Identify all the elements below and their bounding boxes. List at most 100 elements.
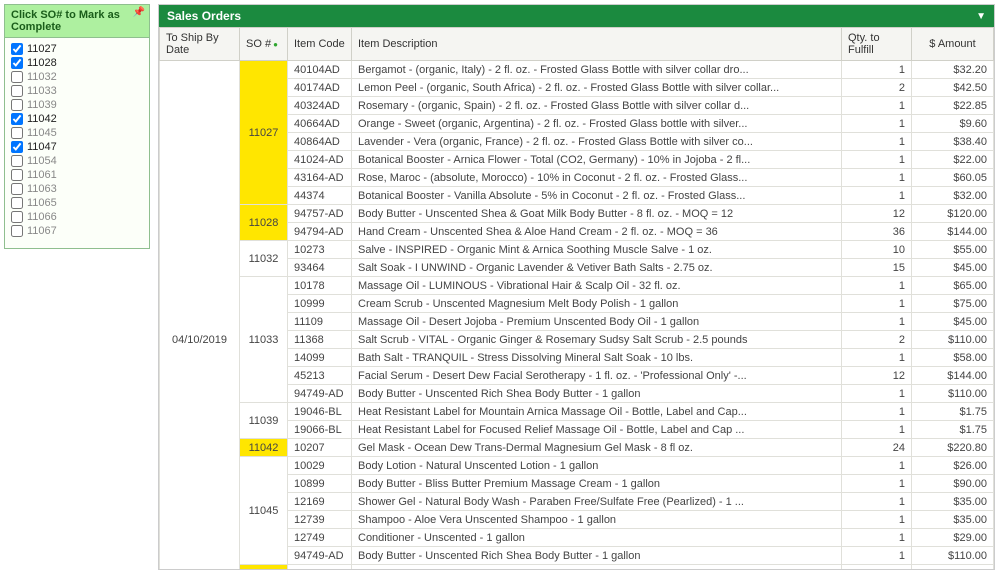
so-checkbox[interactable] [11,85,23,97]
item-code-cell: 40864AD [288,133,352,151]
amount-cell: $22.85 [912,97,994,115]
qty-cell: 1 [842,493,912,511]
item-desc-cell: Massage Oil - Desert Jojoba - Premium Un… [352,313,842,331]
so-checkbox[interactable] [11,43,23,55]
item-code-cell: 10999 [288,295,352,313]
so-checklist-item[interactable]: 11063 [9,182,145,196]
table-row[interactable]: 04/10/20191102740104ADBergamot - (organi… [160,61,994,79]
so-number-cell[interactable]: 11047 [240,565,288,570]
so-checkbox[interactable] [11,211,23,223]
table-row[interactable]: 1104710128Massage Oil - SENSUOUS - Vibra… [160,565,994,570]
so-checklist-item[interactable]: 11033 [9,84,145,98]
item-code-cell: 45213 [288,367,352,385]
table-row[interactable]: 1104510029Body Lotion - Natural Unscente… [160,457,994,475]
so-checklist-item[interactable]: 11067 [9,224,145,238]
col-header-desc[interactable]: Item Description [352,28,842,61]
pin-icon[interactable]: 📌 [133,7,145,18]
so-checklist-item[interactable]: 11054 [9,154,145,168]
chevron-down-icon[interactable]: ▼ [976,11,986,22]
amount-cell: $120.00 [912,205,994,223]
item-code-cell: 12169 [288,493,352,511]
item-code-cell: 93464 [288,259,352,277]
sales-orders-panel: Sales Orders ▼ To Ship By Date SO #● Ite… [158,4,995,570]
so-checklist-item[interactable]: 11061 [9,168,145,182]
so-checkbox[interactable] [11,183,23,195]
col-header-so[interactable]: SO #● [240,28,288,61]
checklist-panel-title: Click SO# to Mark as Complete 📌 [5,5,149,38]
so-checklist-label: 11061 [27,169,57,181]
so-checkbox[interactable] [11,71,23,83]
qty-cell: 1 [842,511,912,529]
so-number-cell[interactable]: 11032 [240,241,288,277]
qty-cell: 1 [842,421,912,439]
table-row[interactable]: 1103210273Salve - INSPIRED - Organic Min… [160,241,994,259]
item-desc-cell: Body Lotion - Natural Unscented Lotion -… [352,457,842,475]
item-code-cell: 10128 [288,565,352,570]
col-header-amt[interactable]: $ Amount [912,28,994,61]
item-desc-cell: Heat Resistant Label for Focused Relief … [352,421,842,439]
grid-header-row: To Ship By Date SO #● Item Code Item Des… [160,28,994,61]
so-checklist-item[interactable]: 11039 [9,98,145,112]
so-checklist-item[interactable]: 11027 [9,42,145,56]
so-checkbox[interactable] [11,141,23,153]
amount-cell: $110.00 [912,385,994,403]
so-checklist-item[interactable]: 11066 [9,210,145,224]
so-checklist-item[interactable]: 11042 [9,112,145,126]
amount-cell: $35.00 [912,493,994,511]
item-code-cell: 94794-AD [288,223,352,241]
qty-cell: 1 [842,277,912,295]
qty-cell: 12 [842,367,912,385]
amount-cell: $55.00 [912,241,994,259]
item-desc-cell: Gel Mask - Ocean Dew Trans-Dermal Magnes… [352,439,842,457]
checklist-title-text: Click SO# to Mark as Complete [11,9,120,33]
amount-cell: $90.00 [912,475,994,493]
so-checkbox[interactable] [11,197,23,209]
so-checkbox[interactable] [11,127,23,139]
grid-scroll[interactable]: To Ship By Date SO #● Item Code Item Des… [159,27,994,569]
so-checkbox[interactable] [11,99,23,111]
so-number-cell[interactable]: 11042 [240,439,288,457]
so-number-cell[interactable]: 11028 [240,205,288,241]
so-checkbox[interactable] [11,57,23,69]
so-checklist-item[interactable]: 11045 [9,126,145,140]
so-checklist-item[interactable]: 11047 [9,140,145,154]
so-checklist-label: 11066 [27,211,57,223]
item-desc-cell: Conditioner - Unscented - 1 gallon [352,529,842,547]
so-checkbox[interactable] [11,225,23,237]
item-code-cell: 94757-AD [288,205,352,223]
col-header-qty[interactable]: Qty. to Fulfill [842,28,912,61]
so-checklist-label: 11033 [27,85,57,97]
so-number-cell[interactable]: 11027 [240,61,288,205]
amount-cell: $58.00 [912,349,994,367]
so-checklist-label: 11067 [27,225,57,237]
so-checkbox[interactable] [11,155,23,167]
so-checkbox[interactable] [11,169,23,181]
item-code-cell: 14099 [288,349,352,367]
sales-orders-title-bar[interactable]: Sales Orders ▼ [159,5,994,27]
item-desc-cell: Shampoo - Aloe Vera Unscented Shampoo - … [352,511,842,529]
so-checkbox[interactable] [11,113,23,125]
col-header-code[interactable]: Item Code [288,28,352,61]
qty-cell: 2 [842,331,912,349]
table-row[interactable]: 1104210207Gel Mask - Ocean Dew Trans-Der… [160,439,994,457]
item-code-cell: 10029 [288,457,352,475]
table-row[interactable]: 1103310178Massage Oil - LUMINOUS - Vibra… [160,277,994,295]
qty-cell: 1 [842,529,912,547]
so-number-cell[interactable]: 11039 [240,403,288,439]
sales-orders-title: Sales Orders [167,9,241,23]
so-number-cell[interactable]: 11045 [240,457,288,565]
col-header-date[interactable]: To Ship By Date [160,28,240,61]
amount-cell: $60.05 [912,169,994,187]
table-row[interactable]: 1102894757-ADBody Butter - Unscented She… [160,205,994,223]
qty-cell: 1 [842,187,912,205]
so-checklist-item[interactable]: 11032 [9,70,145,84]
so-checklist-item[interactable]: 11065 [9,196,145,210]
amount-cell: $110.00 [912,547,994,565]
qty-cell: 1 [842,313,912,331]
item-code-cell: 19046-BL [288,403,352,421]
so-number-cell[interactable]: 11033 [240,277,288,403]
item-code-cell: 94749-AD [288,547,352,565]
so-checklist-item[interactable]: 11028 [9,56,145,70]
table-row[interactable]: 1103919046-BLHeat Resistant Label for Mo… [160,403,994,421]
qty-cell: 15 [842,259,912,277]
